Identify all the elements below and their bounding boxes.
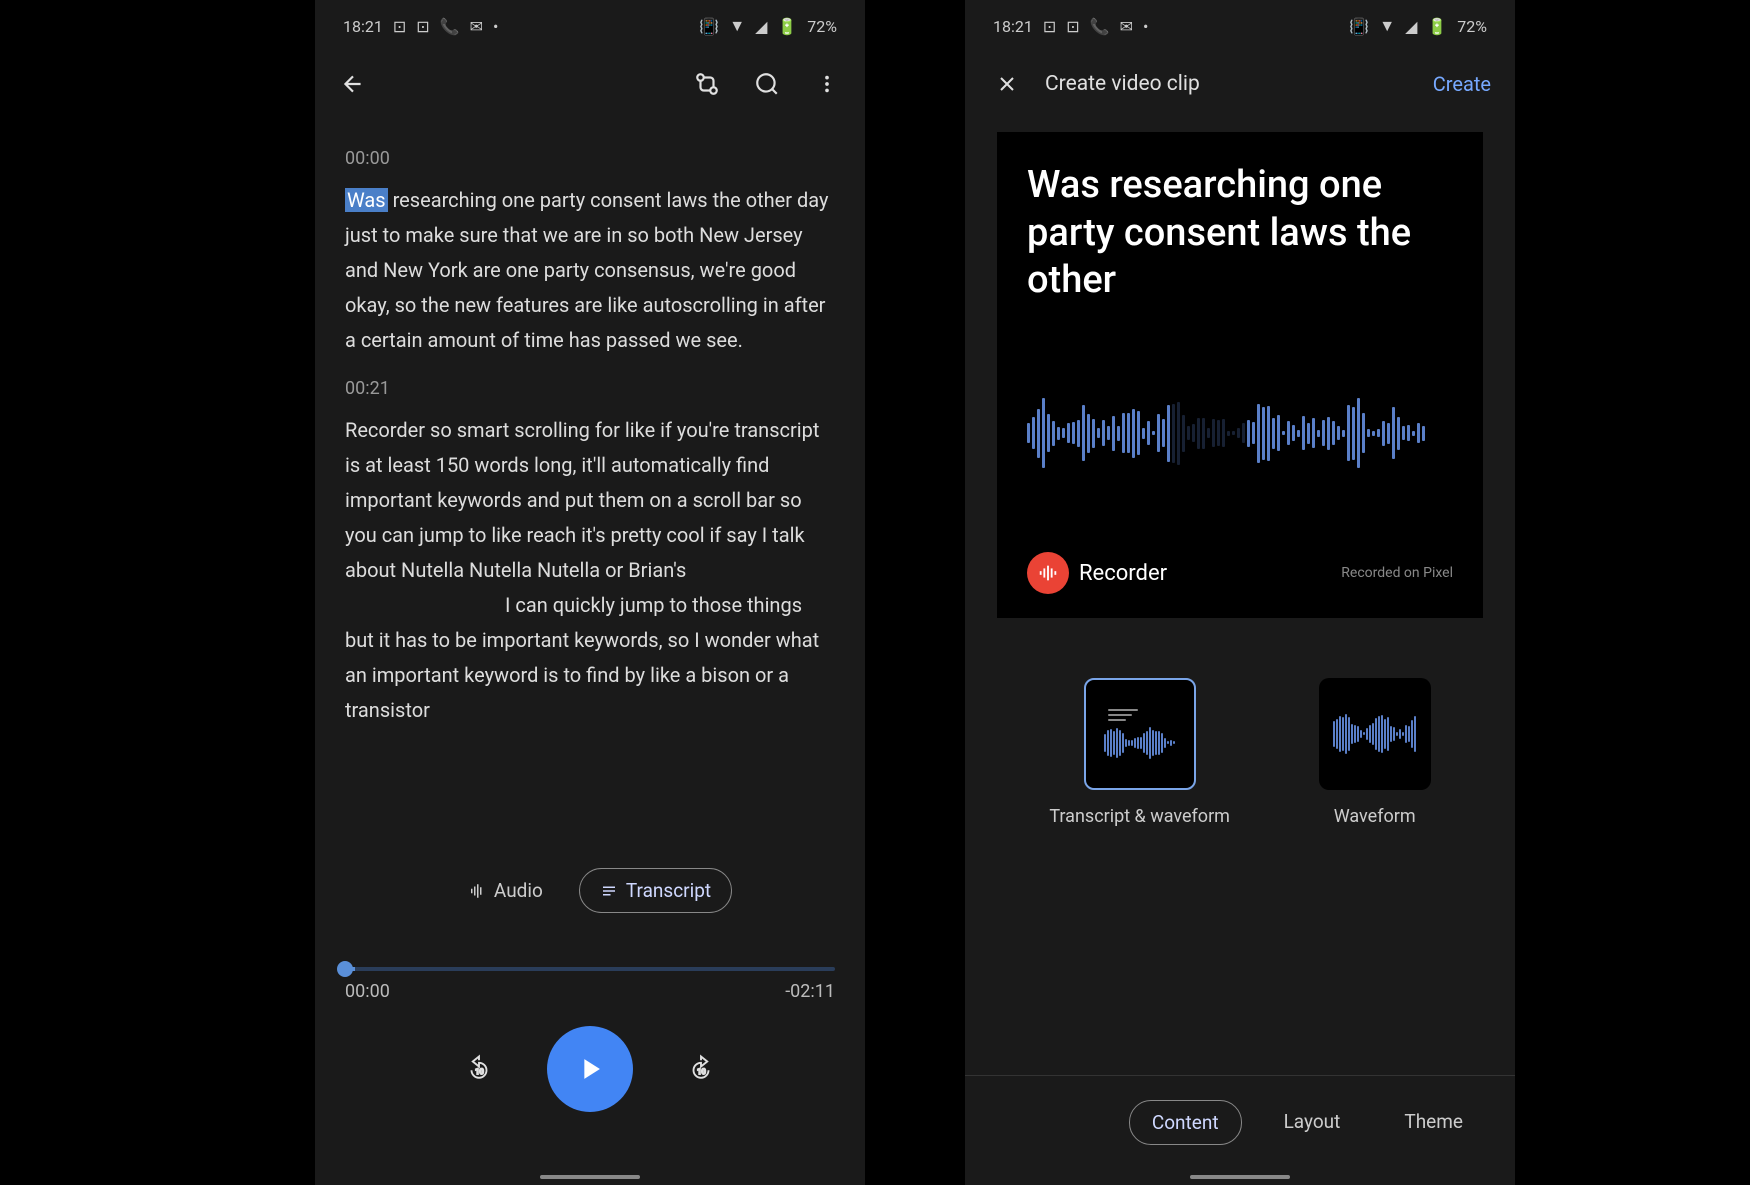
tab-content[interactable]: Content [1129,1100,1242,1145]
search-icon[interactable] [749,66,785,102]
svg-text:10: 10 [475,1067,483,1076]
progress-bar[interactable] [345,967,835,971]
transcript-paragraph[interactable]: Recorder so smart scrolling for like if … [345,413,835,728]
status-bar: 18:21 ⊡ ⊡ 📞 ✉ • 📳 ▼ ◢ 🔋 72% [965,0,1515,52]
phone-recorder-transcript: 18:21 ⊡ ⊡ 📞 ✉ • 📳 ▼ ◢ 🔋 72% 00: [315,0,865,1185]
view-toggle: Audio Transcript [315,856,865,925]
app-bar [315,52,865,116]
tab-theme[interactable]: Theme [1382,1100,1485,1145]
battery-icon: 🔋 [1427,17,1447,36]
video-preview: Was researching one party consent laws t… [997,132,1483,618]
phone-icon: 📞 [1090,17,1110,36]
transcript-toggle[interactable]: Transcript [579,868,732,913]
bottom-tabs: Content Layout Theme [965,1075,1515,1145]
status-bar: 18:21 ⊡ ⊡ 📞 ✉ • 📳 ▼ ◢ 🔋 72% [315,0,865,52]
remaining-time: -02:11 [785,981,835,1002]
current-time: 00:00 [345,981,390,1002]
more-icon[interactable] [809,66,845,102]
camera-icon: ⊡ [393,17,406,36]
vibrate-icon: 📳 [699,17,719,36]
dot-icon: • [1143,17,1148,36]
signal-icon: ◢ [1405,17,1417,36]
dot-icon: • [493,17,498,36]
battery-percent: 72% [1457,17,1487,36]
instagram-icon: ⊡ [416,17,429,36]
option-transcript-waveform[interactable]: Transcript & waveform [1049,678,1230,827]
vibrate-icon: 📳 [1349,17,1369,36]
wifi-icon: ▼ [729,16,745,36]
progress-thumb[interactable] [337,961,353,977]
clip-style-options: Transcript & waveform Waveform [965,678,1515,827]
player-controls: 00:00 -02:11 10 10 [315,945,865,1185]
home-indicator[interactable] [1190,1175,1290,1179]
forward-10-button[interactable]: 10 [683,1051,719,1087]
battery-icon: 🔋 [777,17,797,36]
rewind-10-button[interactable]: 10 [461,1051,497,1087]
svg-text:10: 10 [697,1067,705,1076]
mini-waveform-icon [1333,714,1416,753]
audio-toggle[interactable]: Audio [448,868,563,913]
crop-icon[interactable] [689,66,725,102]
transcript-body: 00:00 Was researching one party consent … [315,116,865,764]
highlighted-word: Was [345,188,388,212]
mail-icon: ✉ [470,17,483,36]
home-indicator[interactable] [540,1175,640,1179]
waveform [1027,315,1453,553]
phone-create-video-clip: 18:21 ⊡ ⊡ 📞 ✉ • 📳 ▼ ◢ 🔋 72% Create video… [965,0,1515,1185]
recorder-icon [1027,552,1069,594]
close-button[interactable] [989,66,1025,102]
tab-layout[interactable]: Layout [1262,1100,1363,1145]
preview-text: Was researching one party consent laws t… [1027,162,1453,305]
option-waveform[interactable]: Waveform [1319,678,1431,827]
mini-waveform-icon [1104,727,1175,759]
recorder-label: Recorder [1079,561,1167,586]
mail-icon: ✉ [1120,17,1133,36]
wifi-icon: ▼ [1379,16,1395,36]
play-button[interactable] [547,1026,633,1112]
app-bar: Create video clip Create [965,52,1515,116]
timestamp: 00:00 [345,148,835,169]
transcript-paragraph[interactable]: Was researching one party consent laws t… [345,183,835,358]
battery-percent: 72% [807,17,837,36]
recorded-on-label: Recorded on Pixel [1341,565,1453,581]
create-button[interactable]: Create [1433,72,1491,96]
phone-icon: 📞 [440,17,460,36]
signal-icon: ◢ [755,17,767,36]
text-lines-icon [1108,709,1138,721]
recorder-badge: Recorder [1027,552,1167,594]
back-button[interactable] [335,66,371,102]
status-time: 18:21 [993,17,1033,36]
instagram-icon: ⊡ [1066,17,1079,36]
page-title: Create video clip [1045,72,1200,96]
timestamp: 00:21 [345,378,835,399]
camera-icon: ⊡ [1043,17,1056,36]
status-time: 18:21 [343,17,383,36]
